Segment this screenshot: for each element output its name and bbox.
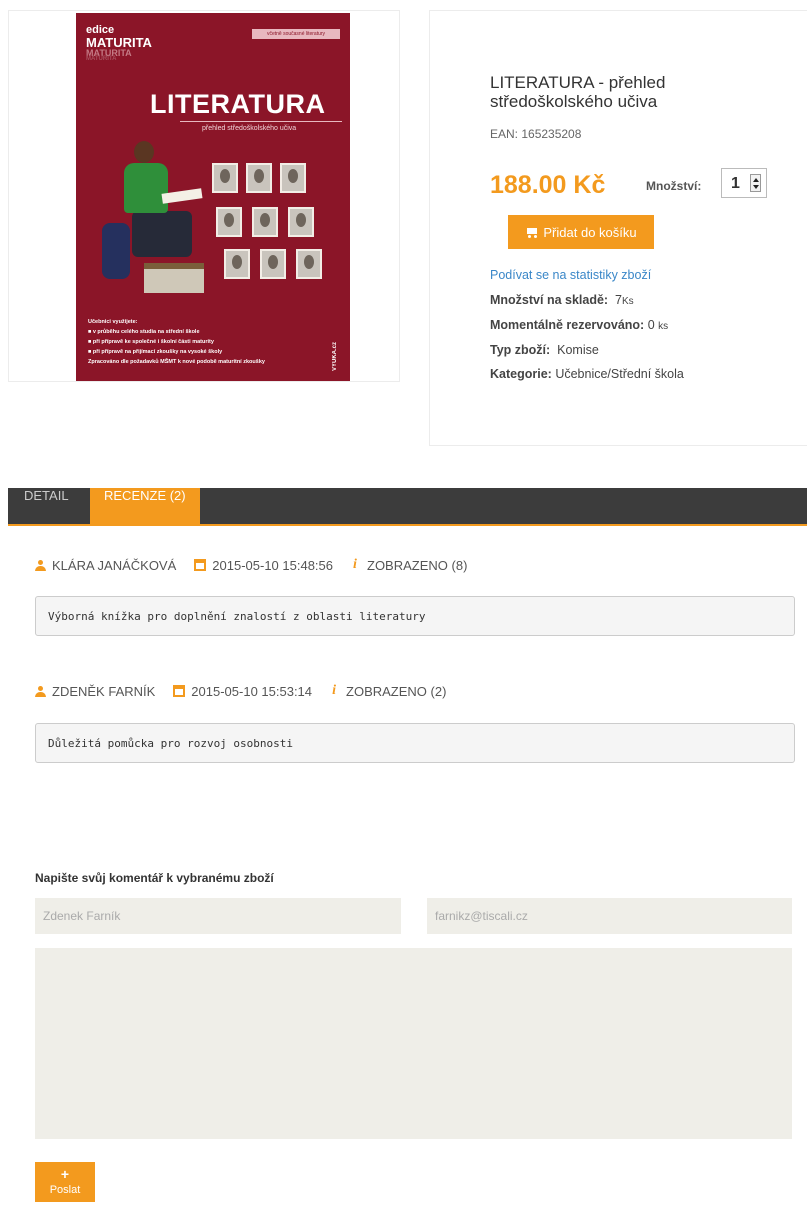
info-icon: i — [332, 683, 336, 698]
cover-portrait — [296, 249, 322, 279]
stock-unit: Ks — [622, 296, 634, 307]
reserved-value: 0 — [647, 318, 655, 332]
user-icon — [35, 685, 46, 697]
cover-illustration-books — [144, 263, 204, 293]
publisher-logo: VYUKA.cz — [332, 341, 338, 371]
review-header: KLÁRA JANÁČKOVÁ 2015-05-10 15:48:56 i ZO… — [35, 556, 467, 574]
spin-down-icon[interactable] — [753, 185, 759, 189]
tab-detail[interactable]: DETAIL — [8, 488, 85, 524]
comment-textarea[interactable] — [35, 948, 792, 1139]
cover-bullet: ■ při přípravě na přijímací zkoušky na v… — [88, 349, 223, 355]
cart-icon — [525, 227, 538, 238]
email-field[interactable]: farnikz@tiscali.cz — [427, 898, 792, 934]
product-tabs: DETAIL RECENZE (2) — [8, 488, 807, 526]
review-header: ZDENĚK FARNÍK 2015-05-10 15:53:14 i ZOBR… — [35, 682, 446, 700]
cover-illustration-body — [124, 163, 168, 213]
calendar-icon — [173, 685, 186, 697]
stock-row: Množství na skladě: 7Ks — [490, 293, 634, 307]
review-text: Důležitá pomůcka pro rozvoj osobnosti — [35, 723, 795, 763]
cover-portrait — [260, 249, 286, 279]
cover-portrait — [280, 163, 306, 193]
type-label: Typ zboží: — [490, 343, 551, 357]
product-info-panel: LITERATURA - přehled středoškolského uči… — [429, 10, 807, 446]
name-field[interactable]: Zdenek Farník — [35, 898, 401, 934]
review-text: Výborná knížka pro doplnění znalostí z o… — [35, 596, 795, 636]
review-date: 2015-05-10 15:48:56 — [212, 557, 333, 573]
send-label: Poslat — [49, 1184, 81, 1196]
quantity-spinner[interactable] — [750, 174, 761, 192]
cover-bullets-title: Učebnici využijete: — [88, 319, 138, 325]
cover-portrait — [246, 163, 272, 193]
review-views: ZOBRAZENO (2) — [346, 683, 447, 699]
review-author: ZDENĚK FARNÍK — [52, 683, 156, 699]
type-row: Typ zboží: Komise — [490, 343, 599, 357]
cover-illustration-head — [134, 141, 154, 163]
cover-series-echo-small: MATURITA — [86, 56, 117, 62]
quantity-label: Množství: — [646, 179, 702, 193]
statistics-link[interactable]: Podívat se na statistiky zboží — [490, 268, 651, 282]
tab-reviews[interactable]: RECENZE (2) — [90, 488, 200, 524]
reserved-unit: ks — [658, 321, 669, 332]
product-title: LITERATURA - přehled středoškolského uči… — [490, 73, 666, 111]
category-label: Kategorie: — [490, 367, 552, 381]
cover-portrait — [216, 207, 242, 237]
info-icon: i — [353, 557, 357, 572]
cover-illustration-bag — [102, 223, 130, 279]
category-row: Kategorie: Učebnice/Střední škola — [490, 367, 684, 381]
cover-subtitle: přehled středoškolského učiva — [202, 125, 297, 132]
add-to-cart-label: Přidat do košíku — [543, 224, 637, 240]
user-icon — [35, 559, 46, 571]
cover-divider — [180, 121, 342, 122]
cover-title: LITERATURA — [150, 89, 326, 119]
cover-portrait — [224, 249, 250, 279]
type-value: Komise — [557, 343, 599, 357]
cover-portrait — [288, 207, 314, 237]
spin-up-icon[interactable] — [753, 178, 759, 182]
review-author: KLÁRA JANÁČKOVÁ — [52, 557, 177, 573]
plus-icon: + — [60, 1166, 70, 1182]
product-ean: EAN: 165235208 — [490, 127, 582, 141]
stock-label: Množství na skladě: — [490, 293, 609, 307]
book-cover-image[interactable]: edice MATURITA MATURITA MATURITA včetně … — [76, 13, 350, 381]
cover-footer-note: Zpracováno dle požadavků MŠMT k nové pod… — [88, 359, 265, 365]
comment-form-title: Napište svůj komentář k vybranému zboží — [35, 871, 274, 885]
quantity-stepper[interactable]: 1 — [721, 168, 767, 198]
send-button[interactable]: + Poslat — [35, 1162, 95, 1202]
quantity-value[interactable]: 1 — [731, 175, 740, 193]
product-price: 188.00 Kč — [490, 171, 606, 199]
cover-bullets: Učebnici využijete: ■ v průběhu celého s… — [88, 317, 298, 367]
reserved-label: Momentálně rezervováno: — [490, 318, 645, 332]
cover-portrait — [212, 163, 238, 193]
cover-tag: včetně současné literatury — [252, 29, 340, 39]
cover-bullet: ■ v průběhu celého studia na střední ško… — [88, 329, 200, 335]
reserved-row: Momentálně rezervováno: 0 ks — [490, 318, 668, 332]
review-views: ZOBRAZENO (8) — [367, 557, 468, 573]
review-date: 2015-05-10 15:53:14 — [191, 683, 313, 699]
cover-bullet: ■ při přípravě ke společné i školní část… — [88, 339, 214, 345]
calendar-icon — [194, 559, 207, 571]
category-value: Učebnice/Střední škola — [555, 367, 684, 381]
product-image-frame: edice MATURITA MATURITA MATURITA včetně … — [8, 10, 400, 382]
cover-portrait — [252, 207, 278, 237]
stock-value: 7 — [615, 293, 622, 307]
cover-illustration-legs — [132, 211, 192, 257]
add-to-cart-button[interactable]: Přidat do košíku — [508, 215, 654, 249]
